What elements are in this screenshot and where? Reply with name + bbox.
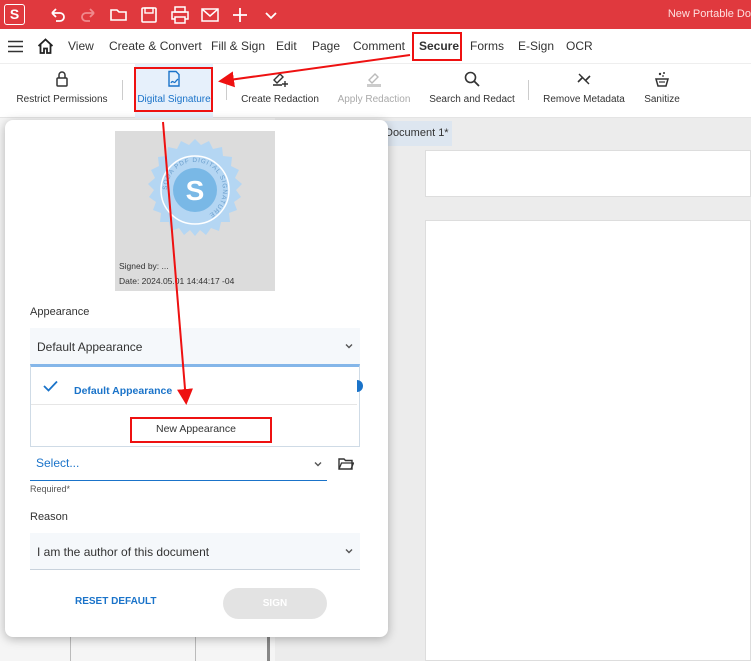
menu-ocr[interactable]: OCR: [566, 39, 593, 53]
menu-comment[interactable]: Comment: [353, 39, 405, 53]
certificate-placeholder: Select...: [36, 456, 80, 470]
sign-button[interactable]: SIGN: [223, 588, 327, 619]
option-default-label: Default Appearance: [74, 385, 173, 397]
document-page: [425, 150, 751, 197]
remove-metadata-button[interactable]: Remove Metadata: [540, 64, 628, 118]
add-icon[interactable]: [230, 5, 250, 25]
home-icon[interactable]: [37, 38, 54, 54]
save-icon[interactable]: [139, 5, 159, 25]
digital-signature-highlight-box: [134, 67, 213, 112]
menu-create-convert[interactable]: Create & Convert: [109, 39, 202, 53]
seal-letter: S: [186, 175, 205, 206]
window-title: New Portable Do: [667, 8, 751, 20]
restrict-permissions-button[interactable]: Restrict Permissions: [10, 64, 114, 118]
create-redaction-label: Create Redaction: [241, 94, 319, 105]
menu-edit[interactable]: Edit: [276, 39, 297, 53]
hamburger-menu-icon[interactable]: [8, 40, 23, 53]
signature-date-text: Date: 2024.05.01 14:44:17 -04: [119, 276, 235, 286]
chevron-down-icon: [345, 344, 353, 349]
redaction-icon: [273, 73, 288, 87]
ribbon-divider: [122, 80, 123, 100]
menu-bar: View Create & Convert Fill & Sign Edit P…: [0, 29, 751, 64]
app-logo: S: [4, 4, 25, 25]
ribbon-divider: [528, 80, 529, 100]
menu-page[interactable]: Page: [312, 39, 340, 53]
secure-highlight-box: [412, 32, 462, 61]
apply-redaction-button[interactable]: Apply Redaction: [333, 64, 415, 118]
chevron-down-icon: [314, 462, 322, 467]
open-folder-icon[interactable]: [109, 5, 129, 25]
signature-preview: SODA PDF DIGITAL SIGNATURE S Signed by: …: [115, 131, 275, 291]
menu-fill-sign[interactable]: Fill & Sign: [211, 39, 265, 53]
chevron-down-icon[interactable]: [261, 5, 281, 25]
chevron-down-icon: [345, 549, 353, 554]
appearance-value: Default Appearance: [37, 340, 143, 354]
appearance-select[interactable]: Default Appearance: [30, 328, 360, 365]
appearance-label: Appearance: [30, 306, 90, 318]
apply-redaction-icon: [367, 73, 381, 87]
mail-icon[interactable]: [200, 5, 220, 25]
signature-seal-icon: SODA PDF DIGITAL SIGNATURE S: [148, 139, 242, 236]
new-appearance-highlight-box: [130, 417, 272, 443]
remove-metadata-label: Remove Metadata: [543, 94, 625, 105]
document-page: [425, 220, 751, 661]
undo-icon[interactable]: [47, 5, 67, 25]
apply-redaction-label: Apply Redaction: [337, 94, 411, 105]
toggle-edge: [357, 380, 363, 392]
required-hint: Required*: [30, 484, 71, 494]
reason-value: I am the author of this document: [37, 545, 210, 559]
dropdown-option-default[interactable]: Default Appearance: [31, 367, 357, 405]
reason-label: Reason: [30, 511, 68, 523]
signed-by-text: Signed by: ...: [119, 261, 169, 271]
sanitize-label: Sanitize: [644, 94, 680, 105]
restrict-permissions-label: Restrict Permissions: [16, 94, 108, 105]
search-and-redact-button[interactable]: Search and Redact: [425, 64, 519, 118]
redo-icon[interactable]: [79, 5, 99, 25]
checkmark-icon: [43, 380, 58, 392]
lock-icon: [56, 71, 68, 87]
create-redaction-button[interactable]: Create Redaction: [236, 64, 324, 118]
digital-signature-panel: SODA PDF DIGITAL SIGNATURE S Signed by: …: [5, 120, 388, 637]
sanitize-button[interactable]: Sanitize: [638, 64, 686, 118]
print-icon[interactable]: [170, 5, 190, 25]
ribbon-divider: [226, 80, 227, 100]
ribbon-toolbar: Restrict Permissions Digital Signature C…: [0, 64, 751, 118]
menu-forms[interactable]: Forms: [470, 39, 504, 53]
browse-folder-icon[interactable]: [338, 457, 354, 470]
search-and-redact-label: Search and Redact: [429, 94, 515, 105]
reset-default-button[interactable]: RESET DEFAULT: [75, 596, 156, 607]
title-bar: S New Portable Do: [0, 0, 751, 29]
menu-view[interactable]: View: [68, 39, 94, 53]
certificate-select[interactable]: Select...: [30, 447, 327, 481]
sanitize-icon: [655, 72, 669, 87]
menu-esign[interactable]: E-Sign: [518, 39, 554, 53]
remove-metadata-icon: [577, 73, 591, 85]
search-icon: [464, 71, 480, 87]
reason-select[interactable]: I am the author of this document: [30, 533, 360, 570]
